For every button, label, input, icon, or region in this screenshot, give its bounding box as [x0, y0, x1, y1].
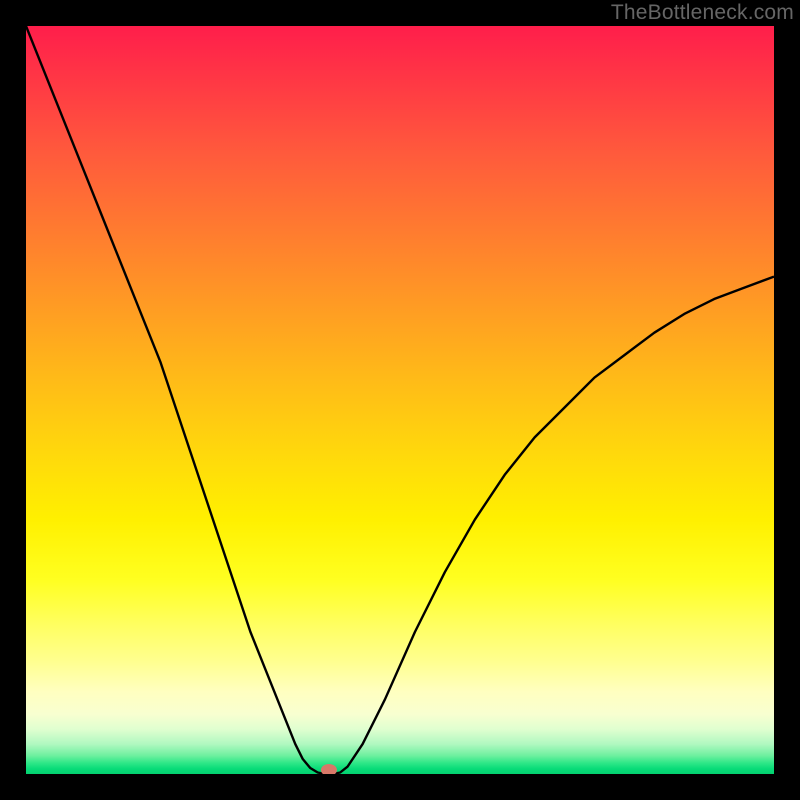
optimum-marker [321, 764, 337, 774]
plot-area [26, 26, 774, 774]
bottleneck-curve [26, 26, 774, 774]
curve-svg [26, 26, 774, 774]
watermark-text: TheBottleneck.com [611, 1, 794, 25]
chart-container: TheBottleneck.com [0, 0, 800, 800]
